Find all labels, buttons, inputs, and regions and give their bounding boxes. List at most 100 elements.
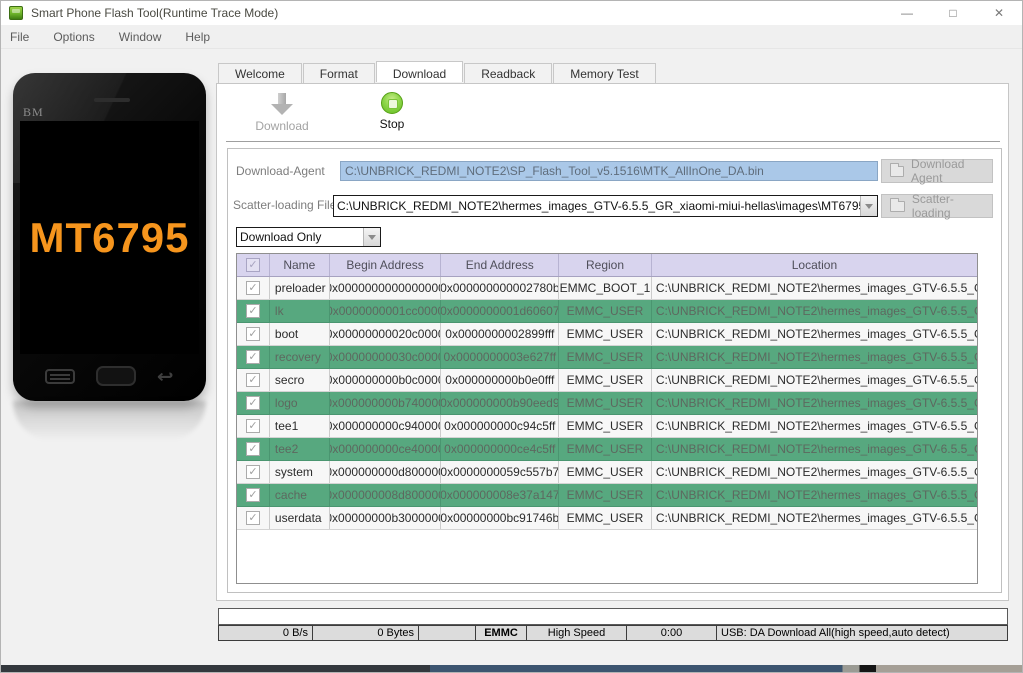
row-checkbox-cell[interactable]: ✓ <box>237 461 270 483</box>
row-checkbox-cell[interactable]: ✓ <box>237 438 270 460</box>
cell-region: EMMC_USER <box>559 507 652 529</box>
status-speed: 0 B/s <box>219 626 313 640</box>
menu-window[interactable]: Window <box>107 25 174 48</box>
table-row[interactable]: ✓ secro 0x000000000b0c0000 0x000000000b0e0f… <box>237 369 977 392</box>
table-row[interactable]: ✓ boot 0x00000000020c0000 0x0000000002899ff… <box>237 323 977 346</box>
row-checkbox-cell[interactable]: ✓ <box>237 415 270 437</box>
table-row[interactable]: ✓ preloader 0x0000000000000000 0x0000000000… <box>237 277 977 300</box>
tab-readback[interactable]: Readback <box>464 63 553 84</box>
row-checkbox[interactable]: ✓ <box>245 419 260 433</box>
column-header-name[interactable]: Name <box>270 254 330 276</box>
table-header-row: ✓ Name Begin Address End Address Region … <box>237 254 977 277</box>
phone-screen: MT6795 <box>20 121 199 354</box>
cell-begin-address: 0x00000000030c0000 <box>330 346 442 368</box>
row-checkbox[interactable]: ✓ <box>245 281 260 295</box>
row-checkbox[interactable]: ✓ <box>245 465 260 479</box>
download-arrow-icon <box>270 92 294 116</box>
table-row[interactable]: ✓ tee1 0x000000000c940000 0x000000000c94c5f… <box>237 415 977 438</box>
row-checkbox-cell[interactable]: ✓ <box>237 507 270 529</box>
table-row[interactable]: ✓ logo 0x000000000b740000 0x000000000b90eed… <box>237 392 977 415</box>
row-checkbox[interactable]: ✓ <box>245 396 260 410</box>
title-bar: Smart Phone Flash Tool(Runtime Trace Mod… <box>1 1 1022 25</box>
header-select-all-checkbox[interactable]: ✓ <box>237 254 270 276</box>
cell-begin-address: 0x00000000020c0000 <box>330 323 442 345</box>
row-checkbox[interactable]: ✓ <box>245 350 260 364</box>
folder-icon <box>890 162 905 177</box>
cell-location: C:\UNBRICK_REDMI_NOTE2\hermes_images_GTV… <box>655 511 977 525</box>
download-agent-label: Download-Agent <box>236 164 325 178</box>
table-row[interactable]: ✓ system 0x000000000d800000 0x0000000059c55… <box>237 461 977 484</box>
cell-begin-address: 0x00000000b3000000 <box>330 507 442 529</box>
menu-help[interactable]: Help <box>173 25 222 48</box>
table-row[interactable]: ✓ lk 0x0000000001cc0000 0x0000000001d60607 E… <box>237 300 977 323</box>
chevron-down-icon[interactable] <box>363 228 380 246</box>
column-header-location[interactable]: Location <box>652 254 977 276</box>
download-mode-select[interactable]: Download Only <box>236 227 381 247</box>
status-elapsed-time: 0:00 <box>627 626 717 640</box>
cell-name: secro <box>270 369 330 391</box>
cell-location: C:\UNBRICK_REDMI_NOTE2\hermes_images_GTV… <box>655 419 977 433</box>
cell-name: tee1 <box>270 415 330 437</box>
table-body: ✓ preloader 0x0000000000000000 0x0000000000… <box>237 277 977 530</box>
table-row[interactable]: ✓ userdata 0x00000000b3000000 0x00000000bc9… <box>237 507 977 530</box>
cell-location: C:\UNBRICK_REDMI_NOTE2\hermes_images_GTV… <box>655 327 977 341</box>
row-checkbox-cell[interactable]: ✓ <box>237 346 270 368</box>
status-bytes: 0 Bytes <box>313 626 419 640</box>
row-checkbox-cell[interactable]: ✓ <box>237 484 270 506</box>
cell-location: C:\UNBRICK_REDMI_NOTE2\hermes_images_GTV… <box>655 442 977 456</box>
cell-region: EMMC_USER <box>559 415 652 437</box>
menu-file[interactable]: File <box>1 25 41 48</box>
column-header-begin-address[interactable]: Begin Address <box>330 254 442 276</box>
app-window: Smart Phone Flash Tool(Runtime Trace Mod… <box>0 0 1023 673</box>
cell-region: EMMC_USER <box>559 484 652 506</box>
download-tab-panel: Download Stop Download-Agent C:\UNBRICK_… <box>216 83 1009 601</box>
download-agent-button[interactable]: Download Agent <box>881 157 993 185</box>
download-groupbox: Download-Agent C:\UNBRICK_REDMI_NOTE2\SP… <box>227 148 1002 593</box>
row-checkbox[interactable]: ✓ <box>245 373 260 387</box>
stop-button[interactable]: Stop <box>347 92 437 131</box>
close-button[interactable]: ✕ <box>976 1 1022 25</box>
tab-strip: Welcome Format Download Readback Memory … <box>218 61 657 84</box>
cell-region: EMMC_USER <box>559 323 652 345</box>
minimize-button[interactable]: — <box>884 1 930 25</box>
tab-welcome[interactable]: Welcome <box>218 63 302 84</box>
menu-options[interactable]: Options <box>41 25 106 48</box>
row-checkbox-cell[interactable]: ✓ <box>237 323 270 345</box>
row-checkbox[interactable]: ✓ <box>245 327 260 341</box>
column-header-region[interactable]: Region <box>559 254 652 276</box>
row-checkbox[interactable]: ✓ <box>245 488 260 502</box>
row-checkbox[interactable]: ✓ <box>245 442 260 456</box>
download-button[interactable]: Download <box>237 92 327 133</box>
column-header-end-address[interactable]: End Address <box>441 254 560 276</box>
status-storage-type: EMMC <box>476 626 527 640</box>
toolbar-separator <box>226 141 1000 142</box>
phone-home-icon <box>96 366 137 386</box>
row-checkbox[interactable]: ✓ <box>245 511 260 525</box>
row-checkbox-cell[interactable]: ✓ <box>237 277 270 299</box>
cell-end-address: 0x000000000b0e0fff <box>441 369 560 391</box>
download-agent-field[interactable]: C:\UNBRICK_REDMI_NOTE2\SP_Flash_Tool_v5.… <box>340 161 878 181</box>
row-checkbox[interactable]: ✓ <box>245 304 260 318</box>
row-checkbox-cell[interactable]: ✓ <box>237 392 270 414</box>
tab-format[interactable]: Format <box>302 63 375 84</box>
tab-download[interactable]: Download <box>375 61 464 82</box>
phone-speaker <box>94 98 130 102</box>
status-usb-speed: High Speed <box>527 626 627 640</box>
row-checkbox-cell[interactable]: ✓ <box>237 300 270 322</box>
scatter-file-value: C:\UNBRICK_REDMI_NOTE2\hermes_images_GTV… <box>337 199 860 213</box>
row-checkbox-cell[interactable]: ✓ <box>237 369 270 391</box>
maximize-button[interactable]: □ <box>930 1 976 25</box>
cell-name: recovery <box>270 346 330 368</box>
chevron-down-icon[interactable] <box>860 196 877 216</box>
cell-region: EMMC_USER <box>559 369 652 391</box>
table-row[interactable]: ✓ cache 0x000000008d800000 0x000000008e37a1… <box>237 484 977 507</box>
table-row[interactable]: ✓ tee2 0x000000000ce40000 0x000000000ce4c5f… <box>237 438 977 461</box>
stop-icon <box>381 92 403 114</box>
cell-end-address: 0x0000000059c557b7 <box>441 461 560 483</box>
window-title: Smart Phone Flash Tool(Runtime Trace Mod… <box>31 6 279 20</box>
tab-memory-test[interactable]: Memory Test <box>553 63 656 84</box>
scatter-loading-button[interactable]: Scatter-loading <box>881 192 993 220</box>
cell-end-address: 0x000000000c94c5ff <box>441 415 560 437</box>
table-row[interactable]: ✓ recovery 0x00000000030c0000 0x0000000003e… <box>237 346 977 369</box>
scatter-file-combobox[interactable]: C:\UNBRICK_REDMI_NOTE2\hermes_images_GTV… <box>333 195 878 217</box>
